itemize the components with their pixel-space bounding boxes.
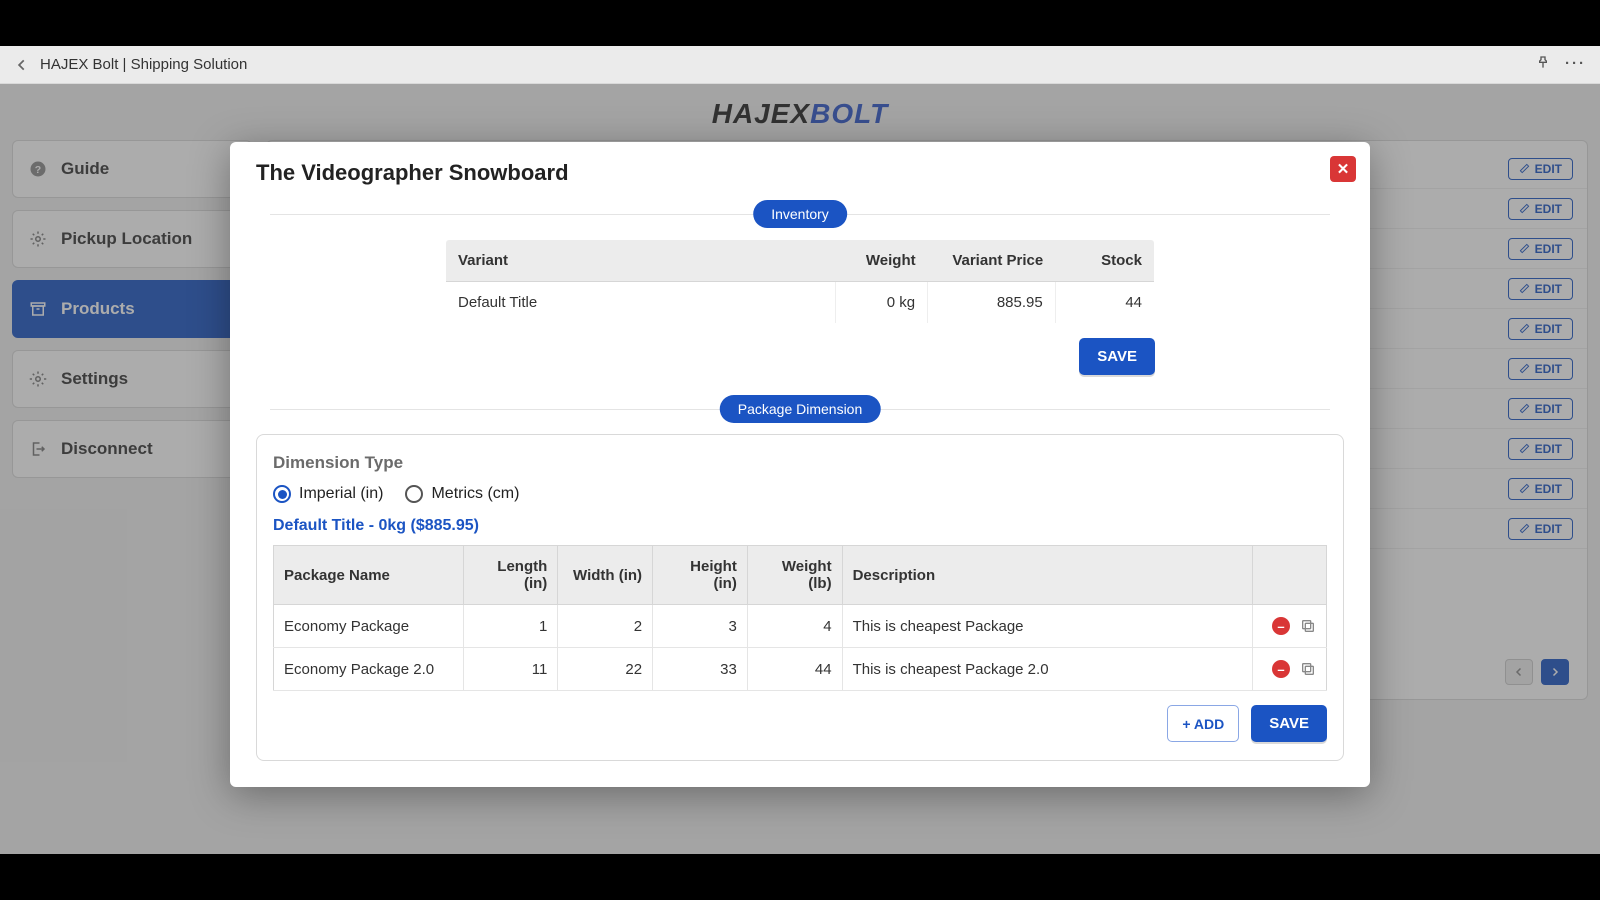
- package-dimension-pill: Package Dimension: [720, 395, 881, 423]
- col-weight: Weight (lb): [747, 546, 842, 605]
- title-bar: HAJEX Bolt | Shipping Solution ···: [0, 46, 1600, 84]
- table-row: Default Title 0 kg 885.95 44: [446, 282, 1155, 324]
- cell-length[interactable]: 11: [463, 648, 558, 691]
- variant-link[interactable]: Default Title - 0kg ($885.95): [273, 517, 1327, 535]
- product-modal: The Videographer Snowboard ✕ Inventory V…: [230, 142, 1370, 787]
- radio-metrics[interactable]: Metrics (cm): [405, 485, 519, 503]
- col-variant: Variant: [446, 240, 836, 282]
- app-frame: HAJEX Bolt | Shipping Solution ··· HAJEX…: [0, 46, 1600, 854]
- cell-weight[interactable]: 44: [747, 648, 842, 691]
- back-icon[interactable]: [14, 57, 30, 73]
- col-weight: Weight: [835, 240, 927, 282]
- copy-icon[interactable]: [1300, 661, 1316, 677]
- cell-description[interactable]: This is cheapest Package: [842, 605, 1253, 648]
- pin-icon[interactable]: [1535, 55, 1551, 75]
- cell-variant: Default Title: [446, 282, 836, 324]
- inventory-save-button[interactable]: SAVE: [1079, 338, 1155, 375]
- col-description: Description: [842, 546, 1253, 605]
- cell-package-name[interactable]: Economy Package 2.0: [274, 648, 464, 691]
- cell-package-name[interactable]: Economy Package: [274, 605, 464, 648]
- col-width: Width (in): [558, 546, 653, 605]
- delete-icon[interactable]: –: [1272, 660, 1290, 678]
- cell-actions: –: [1253, 605, 1327, 648]
- add-package-button[interactable]: + ADD: [1167, 705, 1239, 742]
- dimension-radio-group: Imperial (in) Metrics (cm): [273, 485, 1327, 503]
- inventory-table: Variant Weight Variant Price Stock Defau…: [445, 239, 1155, 324]
- col-stock: Stock: [1055, 240, 1154, 282]
- cell-price[interactable]: 885.95: [928, 282, 1056, 324]
- letterbox-bottom: [0, 854, 1600, 900]
- col-length: Length (in): [463, 546, 558, 605]
- col-package-name: Package Name: [274, 546, 464, 605]
- dimension-card: Dimension Type Imperial (in) Metrics (cm…: [256, 434, 1344, 761]
- modal-overlay: The Videographer Snowboard ✕ Inventory V…: [0, 84, 1600, 854]
- app-body: HAJEXBOLT ? Guide Pickup Location Produc…: [0, 84, 1600, 854]
- cell-width[interactable]: 2: [558, 605, 653, 648]
- letterbox-top: [0, 0, 1600, 46]
- cell-height[interactable]: 33: [653, 648, 748, 691]
- cell-stock[interactable]: 44: [1055, 282, 1154, 324]
- table-row: Economy Package 2.0 11 22 33 44 This is …: [274, 648, 1327, 691]
- col-height: Height (in): [653, 546, 748, 605]
- close-button[interactable]: ✕: [1330, 156, 1356, 182]
- package-separator: Package Dimension: [270, 409, 1330, 410]
- inventory-pill: Inventory: [753, 200, 847, 228]
- cell-weight[interactable]: 0 kg: [835, 282, 927, 324]
- cell-actions: –: [1253, 648, 1327, 691]
- inventory-separator: Inventory: [270, 214, 1330, 215]
- title-bar-text: HAJEX Bolt | Shipping Solution: [40, 56, 247, 73]
- radio-imperial-label: Imperial (in): [299, 485, 383, 503]
- table-row: Economy Package 1 2 3 4 This is cheapest…: [274, 605, 1327, 648]
- package-table: Package Name Length (in) Width (in) Heig…: [273, 545, 1327, 691]
- cell-weight[interactable]: 4: [747, 605, 842, 648]
- delete-icon[interactable]: –: [1272, 617, 1290, 635]
- copy-icon[interactable]: [1300, 618, 1316, 634]
- cell-width[interactable]: 22: [558, 648, 653, 691]
- col-price: Variant Price: [928, 240, 1056, 282]
- radio-metrics-label: Metrics (cm): [431, 485, 519, 503]
- modal-title: The Videographer Snowboard: [256, 160, 1344, 186]
- cell-height[interactable]: 3: [653, 605, 748, 648]
- more-icon[interactable]: ···: [1565, 55, 1586, 75]
- col-actions: [1253, 546, 1327, 605]
- radio-imperial[interactable]: Imperial (in): [273, 485, 383, 503]
- dimension-type-label: Dimension Type: [273, 453, 1327, 473]
- cell-description[interactable]: This is cheapest Package 2.0: [842, 648, 1253, 691]
- cell-length[interactable]: 1: [463, 605, 558, 648]
- dimension-save-button[interactable]: SAVE: [1251, 705, 1327, 742]
